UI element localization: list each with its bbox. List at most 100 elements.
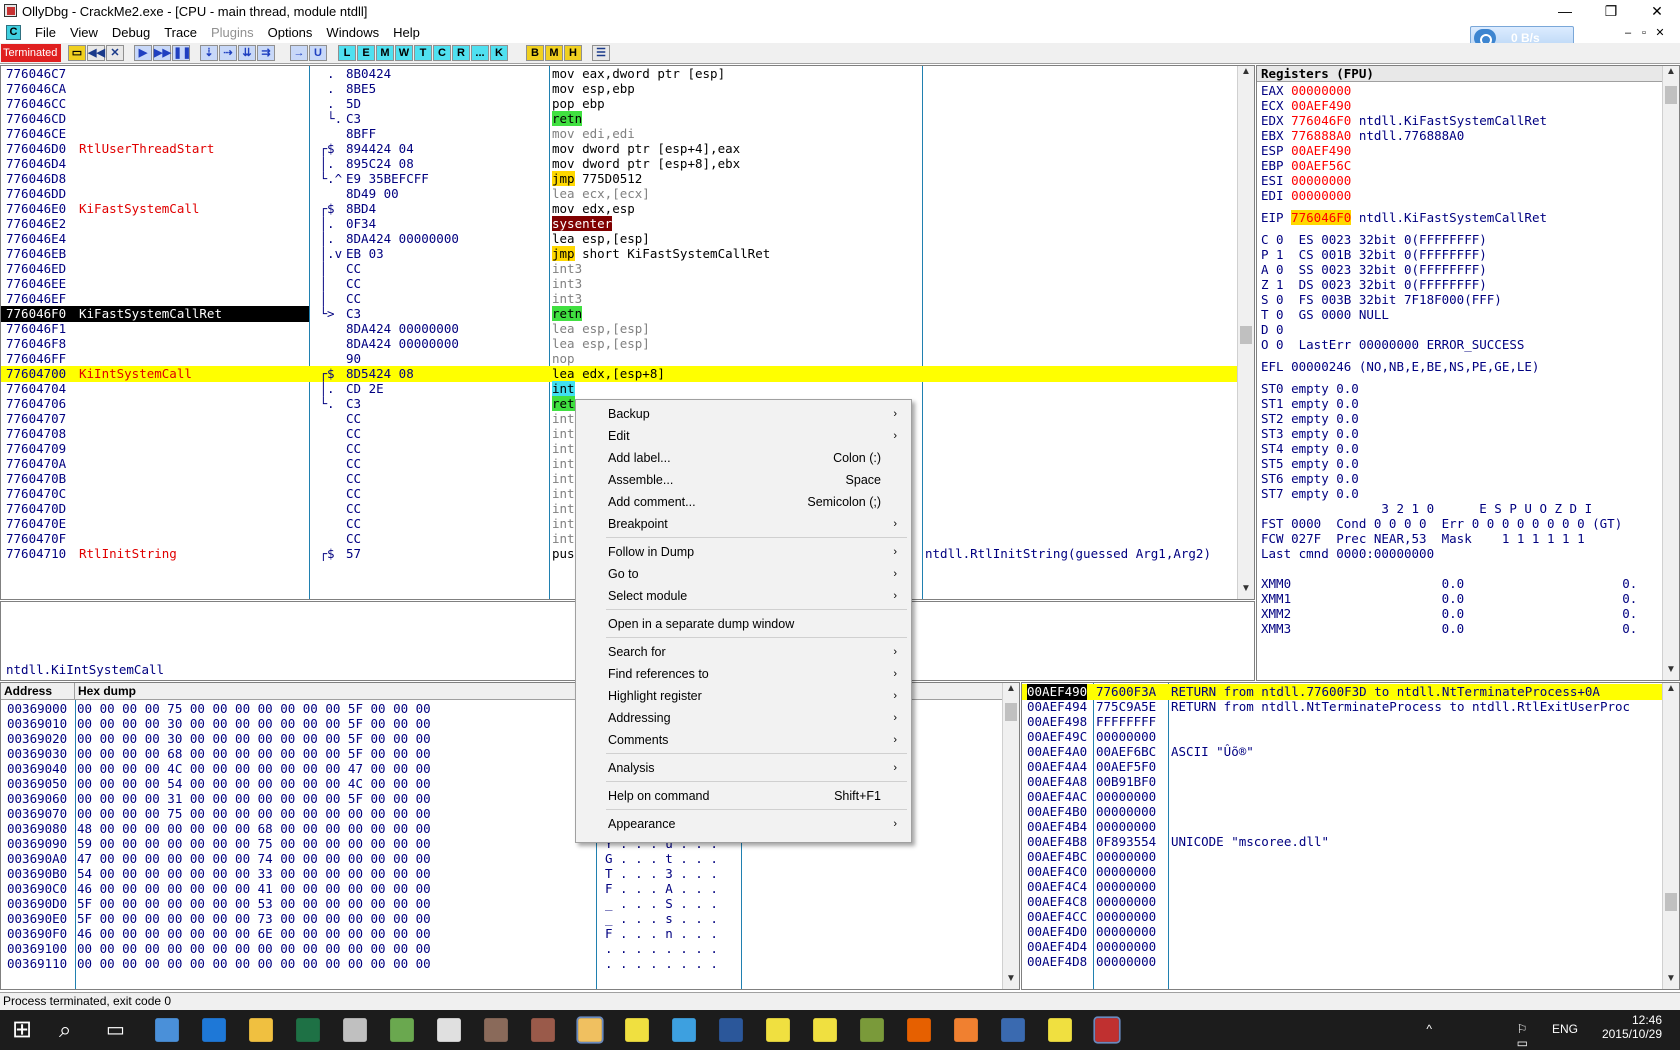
dump-row[interactable]: 003690D0 5F 00 00 00 00 00 00 00 53 00 00… [1, 896, 1001, 912]
photo-icon[interactable] [484, 1018, 508, 1042]
list-icon[interactable]: ☰ [592, 45, 610, 61]
stack-row[interactable]: 00AEF494 775C9A5E RETURN from ntdll.NtTerm… [1022, 699, 1663, 715]
menu-item-add-comment[interactable]: Add comment... Semicolon (;) [578, 491, 909, 513]
stack-row[interactable]: 00AEF4B0 00000000 [1022, 804, 1663, 820]
menu-item-addressing[interactable]: Addressing › [578, 707, 909, 729]
efl-register[interactable]: EFL 00000246 (NO,NB,E,BE,NS,PE,GE,LE) [1261, 359, 1539, 375]
globe-icon[interactable] [155, 1018, 179, 1042]
run-thread-icon[interactable]: ▶▶ [153, 45, 171, 61]
disasm-row[interactable]: 776046CE 8BFF mov edi,edi [1, 126, 1238, 142]
app-icon[interactable] [343, 1018, 367, 1042]
hardware-breakpoints-window-button[interactable]: H [564, 45, 582, 61]
menu-item-assemble[interactable]: Assemble... Space [578, 469, 909, 491]
step-into-icon[interactable]: ⇣ [200, 45, 218, 61]
flag-row[interactable]: Z 1 DS 0023 32bit 0(FFFFFFFF) [1261, 277, 1487, 293]
xmm-register[interactable]: XMM1 0.0 0. [1261, 591, 1637, 607]
tray-icons[interactable]: ⚐ ▭ ♫ ✉ [1517, 1022, 1528, 1050]
dump-row[interactable]: 003690B0 54 00 00 00 00 00 00 00 33 00 00… [1, 866, 1001, 882]
cloud-icon[interactable] [672, 1018, 696, 1042]
windows-window-button[interactable]: W [395, 45, 413, 61]
last-command[interactable]: Last cmnd 0000:00000000 [1261, 546, 1434, 562]
call-stack-window-button[interactable]: K [490, 45, 508, 61]
flag-row[interactable]: O 0 LastErr 00000000 ERROR_SUCCESS [1261, 337, 1524, 353]
scroll-down-icon[interactable]: ▼ [1238, 583, 1254, 599]
fpu-register[interactable]: ST0 empty 0.0 [1261, 381, 1359, 397]
stack-scrollbar[interactable]: ▲ ▼ [1662, 683, 1679, 989]
fpu-register[interactable]: ST6 empty 0.0 [1261, 471, 1359, 487]
menu-item-follow-in-dump[interactable]: Follow in Dump › [578, 541, 909, 563]
dump-row[interactable]: 00369110 00 00 00 00 00 00 00 00 00 00 00… [1, 956, 1001, 972]
menu-item-find-references-to[interactable]: Find references to › [578, 663, 909, 685]
disasm-row[interactable]: 776046E4 │. 8DA424 00000000 lea esp,[esp] [1, 231, 1238, 247]
disasm-row[interactable]: 776046E2 │. 0F34 sysenter [1, 216, 1238, 232]
disasm-row[interactable]: 776046D8 └.^ E9 35BEFCFF jmp 775D0512 [1, 171, 1238, 187]
menu-debug[interactable]: Debug [105, 25, 157, 40]
menu-file[interactable]: File [28, 25, 63, 40]
menu-view[interactable]: View [63, 25, 105, 40]
notepad-icon[interactable] [390, 1018, 414, 1042]
register-edi[interactable]: EDI 00000000 [1261, 188, 1359, 204]
registers-pane[interactable]: Registers (FPU) EAX 00000000 ECX 00AEF49… [1256, 65, 1680, 681]
registers-scrollbar[interactable]: ▲ ▼ [1662, 66, 1679, 680]
mdi-minimize-button[interactable]: – [1620, 27, 1636, 39]
mail-icon[interactable] [576, 1016, 604, 1044]
disasm-row[interactable]: 776046CD └. C3 retn [1, 111, 1238, 127]
register-esp[interactable]: ESP 00AEF490 [1261, 143, 1359, 159]
mdi-restore-button[interactable]: ▫ [1636, 27, 1652, 39]
dump-row[interactable]: 003690A0 47 00 00 00 00 00 00 00 74 00 00… [1, 851, 1001, 867]
run-icon[interactable]: ▶ [134, 45, 152, 61]
maximize-button[interactable]: ❐ [1588, 0, 1634, 22]
menu-item-help-on-command[interactable]: Help on command Shift+F1 [578, 785, 909, 807]
menu-item-analysis[interactable]: Analysis › [578, 757, 909, 779]
menu-item-search-for[interactable]: Search for › [578, 641, 909, 663]
execute-till-user-code-icon[interactable]: U [309, 45, 327, 61]
clock[interactable]: 12:46 2015/10/29 [1602, 1013, 1662, 1041]
step-over-icon[interactable]: ⇢ [219, 45, 237, 61]
disasm-row[interactable]: 77604704 │. CD 2E int [1, 381, 1238, 397]
language-indicator[interactable]: ENG [1552, 1022, 1578, 1036]
search-icon[interactable]: ⌕ [59, 1016, 87, 1044]
menu-windows[interactable]: Windows [319, 25, 386, 40]
menu-item-go-to[interactable]: Go to › [578, 563, 909, 585]
dump-scrollbar[interactable]: ▲ ▼ [1002, 683, 1019, 989]
minimize-button[interactable]: — [1542, 0, 1588, 22]
disassembly-scrollbar[interactable]: ▲ ▼ [1237, 66, 1254, 599]
help-icon[interactable] [1048, 1018, 1072, 1042]
menu-item-highlight-register[interactable]: Highlight register › [578, 685, 909, 707]
cpu-window-icon[interactable]: C [6, 25, 21, 40]
scroll-thumb[interactable] [1240, 326, 1252, 344]
stack-row[interactable]: 00AEF4D4 00000000 [1022, 939, 1663, 955]
scroll-down-icon[interactable]: ▼ [1663, 664, 1679, 680]
flag-row[interactable]: S 0 FS 003B 32bit 7F18F000(FFF) [1261, 292, 1502, 308]
disasm-row[interactable]: 776046EE │ CC int3 [1, 276, 1238, 292]
firefox-icon[interactable] [907, 1018, 931, 1042]
start-icon[interactable]: ⊞ [12, 1016, 40, 1044]
disasm-row[interactable]: 776046C7 . 8B0424 mov eax,dword ptr [esp] [1, 66, 1238, 82]
flag-row[interactable]: D 0 [1261, 322, 1284, 338]
disasm-row[interactable]: 776046ED │ CC int3 [1, 261, 1238, 277]
excel-icon[interactable] [296, 1018, 320, 1042]
chevron-up-icon[interactable]: ^ [1426, 1022, 1432, 1036]
scroll-up-icon[interactable]: ▲ [1663, 683, 1679, 699]
menu-item-appearance[interactable]: Appearance › [578, 813, 909, 835]
disasm-row[interactable]: 776046FF 90 nop [1, 351, 1238, 367]
menu-options[interactable]: Options [261, 25, 320, 40]
cpu-window-button[interactable]: C [433, 45, 451, 61]
help-icon[interactable] [766, 1018, 790, 1042]
menu-item-open-in-a-separate-dump-window[interactable]: Open in a separate dump window [578, 613, 909, 635]
scroll-down-icon[interactable]: ▼ [1003, 973, 1019, 989]
disasm-row[interactable]: 776046EB │.v EB 03 jmp short KiFastSystemC… [1, 246, 1238, 262]
disasm-row[interactable]: 776046F8 8DA424 00000000 lea esp,[esp] [1, 336, 1238, 352]
flag-row[interactable]: A 0 SS 0023 32bit 0(FFFFFFFF) [1261, 262, 1487, 278]
dump-row[interactable]: 003690E0 5F 00 00 00 00 00 00 00 73 00 00… [1, 911, 1001, 927]
dump-address-header[interactable]: Address [1, 683, 75, 700]
xmm-register[interactable]: XMM3 0.0 0. [1261, 621, 1637, 637]
scroll-thumb[interactable] [1665, 893, 1677, 911]
help-icon[interactable] [813, 1018, 837, 1042]
scroll-up-icon[interactable]: ▲ [1663, 66, 1679, 82]
threads-window-button[interactable]: T [414, 45, 432, 61]
open-icon[interactable]: ▭ [68, 45, 86, 61]
app-icon[interactable] [954, 1018, 978, 1042]
execute-till-return-icon[interactable]: → [290, 45, 308, 61]
fpu-register[interactable]: ST5 empty 0.0 [1261, 456, 1359, 472]
